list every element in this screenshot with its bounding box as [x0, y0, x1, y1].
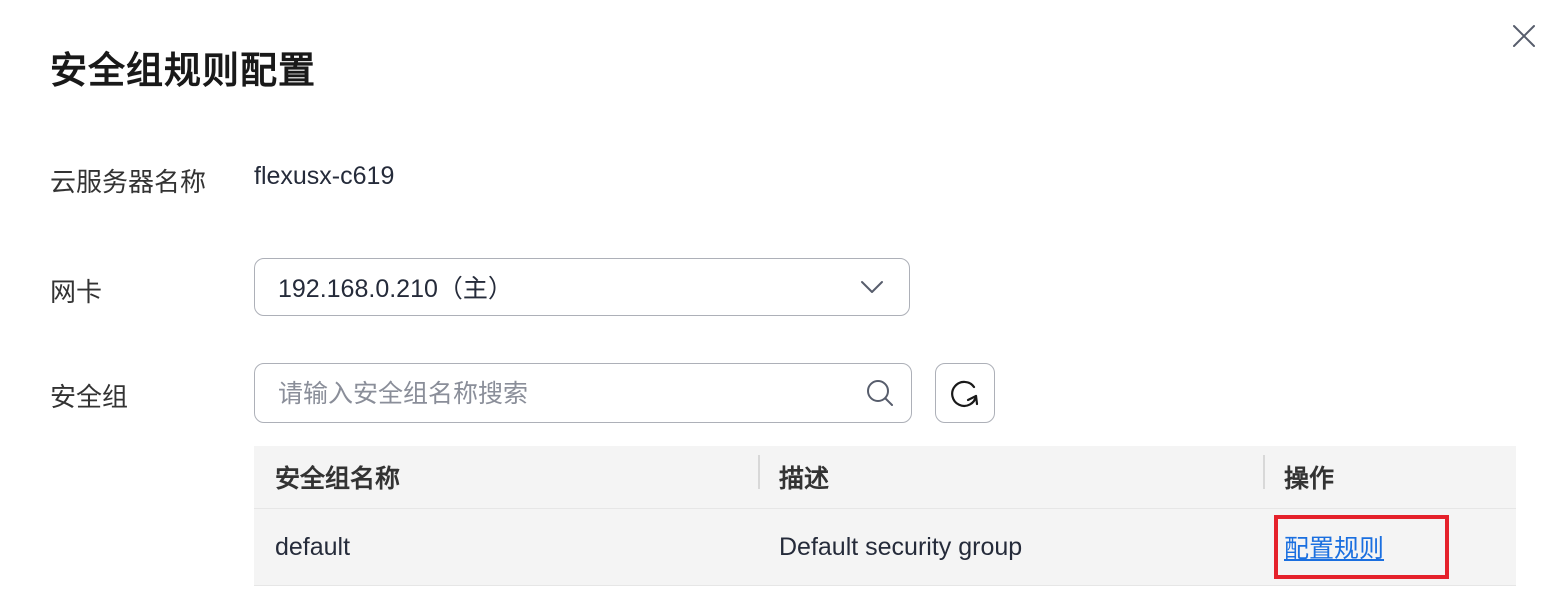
table-row: default Default security group 配置规则	[254, 509, 1516, 586]
cell-description: Default security group	[779, 532, 1023, 561]
refresh-icon	[951, 380, 979, 407]
search-icon[interactable]	[863, 376, 897, 410]
dialog-title: 安全组规则配置	[50, 49, 316, 92]
security-group-search	[254, 363, 912, 423]
server-name-value: flexusx-c619	[254, 162, 395, 190]
close-button[interactable]	[1508, 20, 1540, 52]
refresh-button[interactable]	[935, 363, 995, 423]
table-header: 安全组名称 描述 操作	[254, 446, 1516, 509]
chevron-down-icon	[857, 272, 887, 302]
nic-label: 网卡	[50, 278, 103, 308]
column-header-description: 描述	[758, 455, 1263, 495]
security-group-label: 安全组	[50, 383, 129, 413]
configure-rules-link[interactable]: 配置规则	[1284, 529, 1384, 565]
cell-action: 配置规则	[1263, 509, 1516, 585]
security-group-table: 安全组名称 描述 操作 default Default security gro…	[254, 446, 1516, 586]
close-icon	[1513, 25, 1535, 47]
server-name-label: 云服务器名称	[50, 168, 207, 198]
column-header-action: 操作	[1263, 455, 1516, 495]
security-group-rule-dialog: 安全组规则配置 云服务器名称 flexusx-c619 网卡 192.168.0…	[0, 0, 1563, 612]
nic-select[interactable]: 192.168.0.210（主）	[254, 258, 910, 316]
search-input[interactable]	[255, 377, 863, 409]
cell-security-group-name: default	[275, 532, 351, 561]
nic-selected-value: 192.168.0.210（主）	[278, 275, 513, 303]
column-header-name: 安全组名称	[275, 464, 401, 493]
